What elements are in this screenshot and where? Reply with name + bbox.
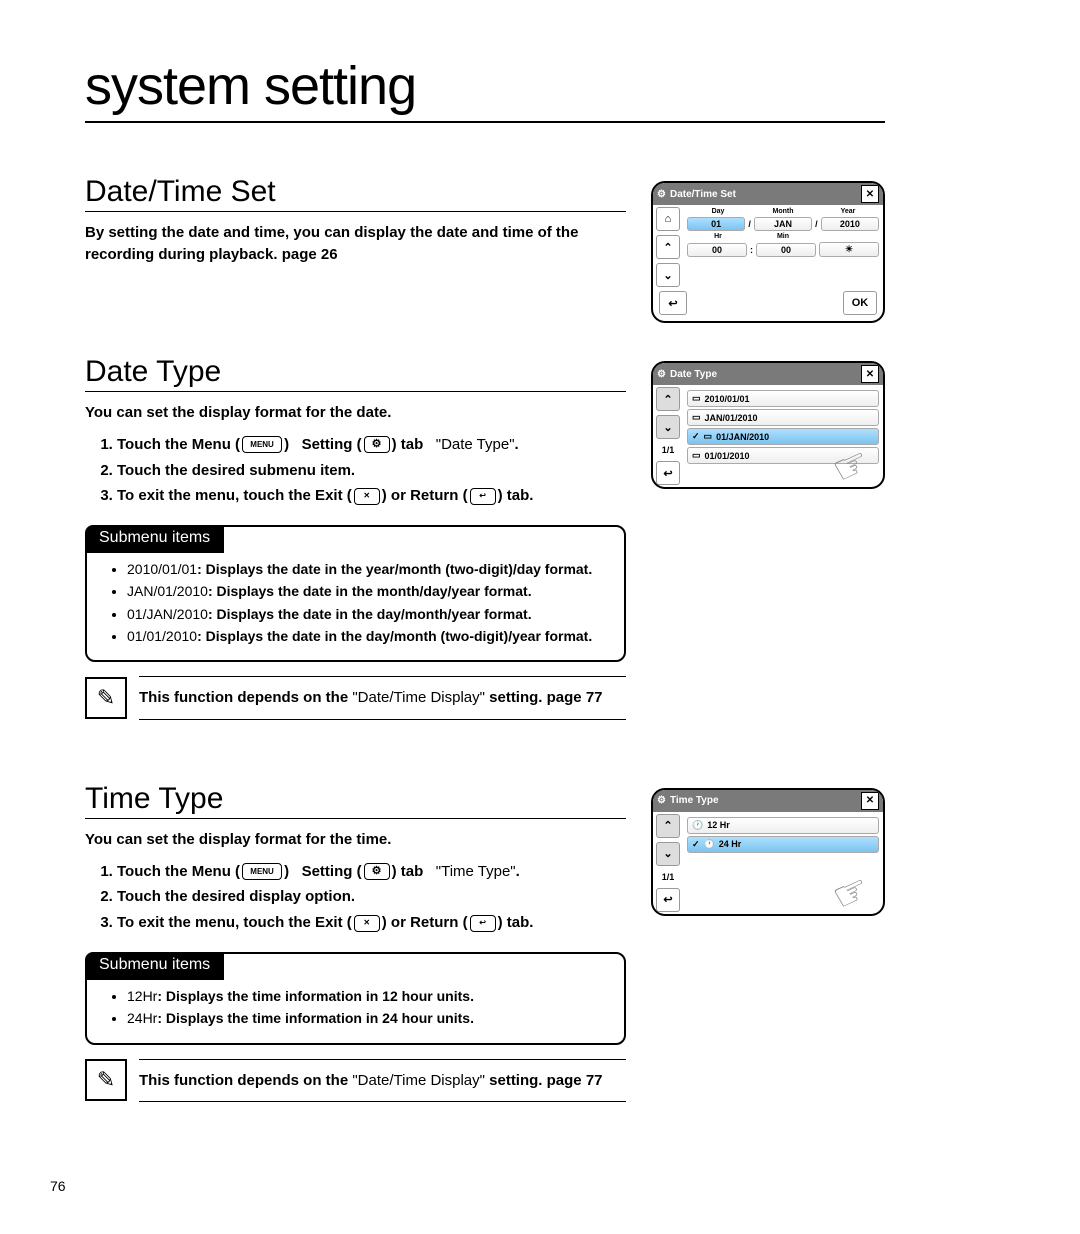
- down-button[interactable]: ⌄: [656, 263, 680, 287]
- page-indicator: 1/1: [653, 868, 683, 886]
- list-item[interactable]: ▭JAN/01/2010: [687, 409, 879, 426]
- list-item[interactable]: ✓🕐24 Hr: [687, 836, 879, 853]
- submenu-label: Submenu items: [85, 525, 224, 553]
- up-button[interactable]: ⌃: [656, 814, 680, 838]
- return-icon: ↩: [470, 915, 496, 932]
- up-button[interactable]: ⌃: [656, 387, 680, 411]
- date-type-submenu-box: Submenu items 2010/01/01: Displays the d…: [85, 525, 626, 662]
- menu-icon: MENU: [242, 863, 282, 880]
- return-icon: ↩: [470, 488, 496, 505]
- field-min[interactable]: 00: [756, 243, 816, 257]
- return-button[interactable]: ↩: [659, 291, 687, 315]
- date-type-steps: Touch the Menu (MENU) Setting (⚙) tab "D…: [85, 434, 626, 507]
- close-icon[interactable]: ✕: [861, 365, 879, 383]
- list-item[interactable]: 🕐12 Hr: [687, 817, 879, 834]
- up-button[interactable]: ⌃: [656, 235, 680, 259]
- lcd-datetime-set: ⚙Date/Time Set ✕ ⌂ ⌃ ⌄ DayMonthYear 01/ …: [651, 181, 885, 323]
- time-type-note: This function depends on the "Date/Time …: [139, 1059, 626, 1103]
- home-button[interactable]: ⌂: [656, 207, 680, 231]
- date-type-note: This function depends on the "Date/Time …: [139, 676, 626, 720]
- field-year[interactable]: 2010: [821, 217, 879, 231]
- time-type-submenu-box: Submenu items 12Hr: Displays the time in…: [85, 952, 626, 1045]
- time-type-steps: Touch the Menu (MENU) Setting (⚙) tab "T…: [85, 861, 626, 934]
- gear-icon: ⚙: [657, 795, 666, 806]
- note-icon: ✎: [85, 677, 127, 719]
- page-title: system setting: [85, 55, 885, 123]
- list-item[interactable]: ▭2010/01/01: [687, 390, 879, 407]
- down-button[interactable]: ⌄: [656, 842, 680, 866]
- down-button[interactable]: ⌄: [656, 415, 680, 439]
- menu-icon: MENU: [242, 436, 282, 453]
- dst-button[interactable]: ☀: [819, 242, 879, 257]
- heading-date-type: Date Type: [85, 355, 626, 392]
- page-indicator: 1/1: [653, 441, 683, 459]
- gear-icon: ⚙: [364, 863, 390, 880]
- field-month[interactable]: JAN: [754, 217, 812, 231]
- page-number: 76: [50, 1178, 66, 1194]
- return-button[interactable]: ↩: [656, 888, 680, 912]
- field-hr[interactable]: 00: [687, 243, 747, 257]
- close-icon[interactable]: ✕: [861, 792, 879, 810]
- heading-time-type: Time Type: [85, 782, 626, 819]
- gear-icon: ⚙: [657, 369, 666, 380]
- return-button[interactable]: ↩: [656, 461, 680, 485]
- note-icon: ✎: [85, 1059, 127, 1101]
- submenu-label: Submenu items: [85, 952, 224, 980]
- gear-icon: ⚙: [364, 436, 390, 453]
- lcd-date-type: ⚙Date Type ✕ ⌃ ⌄ 1/1 ↩ ▭2010/01/01 ▭JAN/…: [651, 361, 885, 489]
- time-type-intro: You can set the display format for the t…: [85, 829, 626, 851]
- exit-icon: ✕: [354, 488, 380, 505]
- close-icon[interactable]: ✕: [861, 185, 879, 203]
- ok-button[interactable]: OK: [843, 291, 877, 315]
- list-item[interactable]: ✓▭01/JAN/2010: [687, 428, 879, 445]
- datetime-set-body: By setting the date and time, you can di…: [85, 222, 626, 266]
- date-type-intro: You can set the display format for the d…: [85, 402, 626, 424]
- lcd-time-type: ⚙Time Type ✕ ⌃ ⌄ 1/1 ↩ 🕐12 Hr ✓🕐24 Hr: [651, 788, 885, 916]
- heading-datetime-set: Date/Time Set: [85, 175, 626, 212]
- exit-icon: ✕: [354, 915, 380, 932]
- field-day[interactable]: 01: [687, 217, 745, 231]
- gear-icon: ⚙: [657, 189, 666, 200]
- list-item[interactable]: ▭01/01/2010: [687, 447, 879, 464]
